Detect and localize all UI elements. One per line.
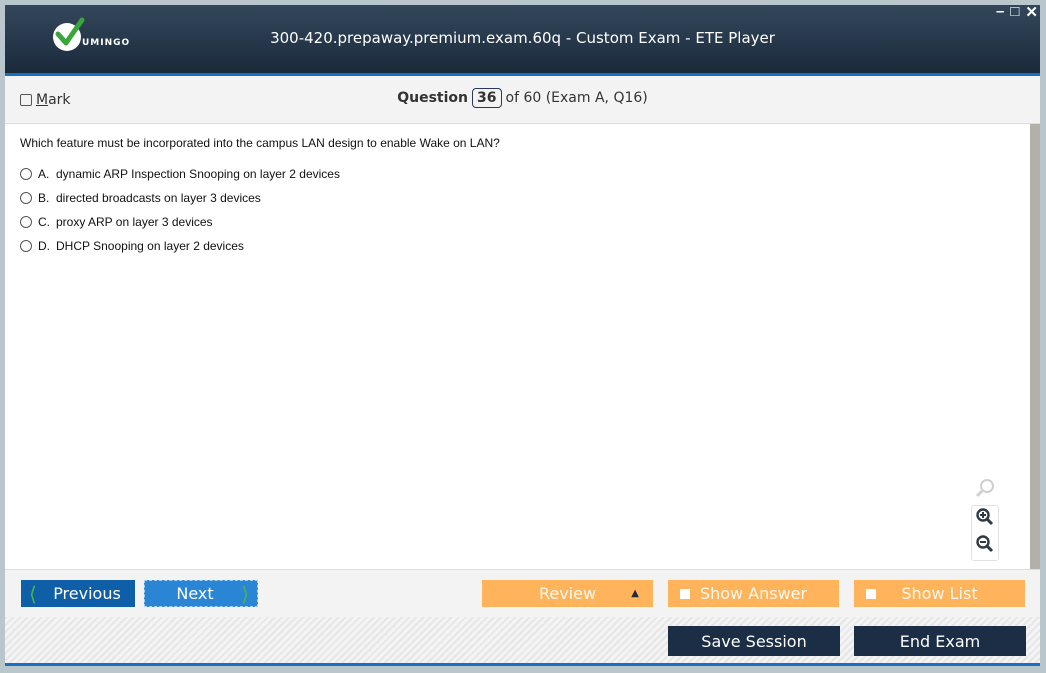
close-icon[interactable]: ✕ bbox=[1025, 3, 1038, 21]
show-answer-button[interactable]: Show Answer bbox=[668, 580, 839, 607]
question-number-input[interactable]: 36 bbox=[472, 88, 502, 108]
footer-bar: Save Session End Exam bbox=[5, 617, 1040, 666]
show-list-button[interactable]: Show List bbox=[854, 580, 1025, 607]
option-letter: C. bbox=[38, 215, 50, 229]
navigation-bar: ⟨ Previous Next ⟩ Review ▲ Show Answer S… bbox=[5, 569, 1040, 618]
zoom-out-icon[interactable] bbox=[976, 535, 994, 558]
title-bar: UMINGO 300-420.prepaway.premium.exam.60q… bbox=[5, 3, 1040, 76]
ete-player-window: UMINGO 300-420.prepaway.premium.exam.60q… bbox=[5, 3, 1040, 666]
question-label: Question bbox=[397, 90, 469, 106]
next-label: Next bbox=[176, 584, 214, 603]
review-label: Review bbox=[538, 584, 597, 603]
answer-option-d[interactable]: D. DHCP Snooping on layer 2 devices bbox=[20, 239, 244, 253]
radio-button[interactable] bbox=[20, 192, 32, 204]
answer-option-c[interactable]: C. proxy ARP on layer 3 devices bbox=[20, 215, 213, 229]
window-title: 300-420.prepaway.premium.exam.60q - Cust… bbox=[270, 29, 775, 47]
vertical-scrollbar[interactable] bbox=[1030, 124, 1040, 569]
question-text: Which feature must be incorporated into … bbox=[20, 136, 500, 150]
show-answer-checkbox[interactable] bbox=[680, 588, 690, 599]
radio-button[interactable] bbox=[20, 240, 32, 252]
question-suffix: of 60 (Exam A, Q16) bbox=[505, 90, 648, 106]
show-answer-label: Show Answer bbox=[699, 584, 808, 603]
option-letter: A. bbox=[38, 167, 50, 181]
zoom-buttons bbox=[971, 505, 999, 561]
question-counter: Question 36 of 60 (Exam A, Q16) bbox=[5, 88, 1040, 108]
review-button[interactable]: Review ▲ bbox=[482, 580, 653, 607]
end-exam-button[interactable]: End Exam bbox=[854, 626, 1026, 656]
magnifier-icon[interactable] bbox=[975, 478, 995, 503]
answer-option-b[interactable]: B. directed broadcasts on layer 3 device… bbox=[20, 191, 261, 205]
chevron-left-icon: ⟨ bbox=[29, 581, 37, 606]
window-controls: – □ ✕ bbox=[996, 3, 1038, 21]
zoom-in-icon[interactable] bbox=[976, 508, 994, 531]
triangle-up-icon: ▲ bbox=[631, 588, 639, 599]
option-text: DHCP Snooping on layer 2 devices bbox=[56, 239, 244, 253]
maximize-icon[interactable]: □ bbox=[1010, 3, 1019, 21]
option-letter: B. bbox=[38, 191, 50, 205]
save-session-button[interactable]: Save Session bbox=[668, 626, 840, 656]
minimize-icon[interactable]: – bbox=[996, 3, 1004, 21]
question-header: Mark Question 36 of 60 (Exam A, Q16) bbox=[5, 76, 1040, 124]
show-list-checkbox[interactable] bbox=[866, 588, 876, 599]
previous-button[interactable]: ⟨ Previous bbox=[21, 580, 135, 607]
option-text: proxy ARP on layer 3 devices bbox=[56, 215, 213, 229]
next-button[interactable]: Next ⟩ bbox=[144, 580, 258, 607]
question-content: Which feature must be incorporated into … bbox=[5, 124, 1030, 569]
option-text: directed broadcasts on layer 3 devices bbox=[56, 191, 261, 205]
radio-button[interactable] bbox=[20, 168, 32, 180]
chevron-right-icon: ⟩ bbox=[241, 581, 249, 606]
previous-label: Previous bbox=[53, 584, 121, 603]
zoom-tools bbox=[971, 478, 999, 561]
option-text: dynamic ARP Inspection Snooping on layer… bbox=[56, 167, 340, 181]
option-letter: D. bbox=[38, 239, 50, 253]
show-list-label: Show List bbox=[901, 584, 978, 603]
radio-button[interactable] bbox=[20, 216, 32, 228]
answer-option-a[interactable]: A. dynamic ARP Inspection Snooping on la… bbox=[20, 167, 340, 181]
